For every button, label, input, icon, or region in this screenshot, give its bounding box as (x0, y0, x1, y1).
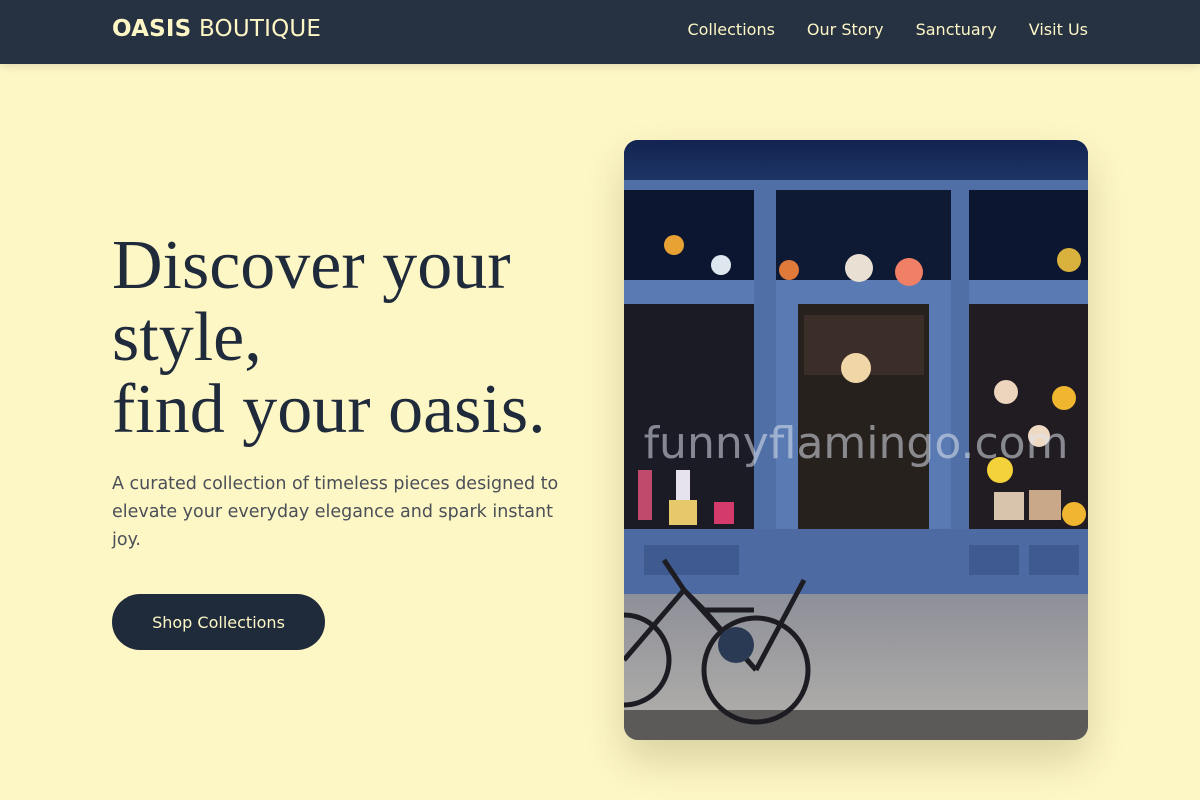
brand-name-bold: OASIS (112, 16, 192, 42)
nav-link-our-story[interactable]: Our Story (807, 20, 884, 39)
hero-subtitle: A curated collection of timeless pieces … (112, 474, 559, 550)
shop-collections-button[interactable]: Shop Collections (112, 594, 325, 650)
brand-logo[interactable]: OASIS BOUTIQUE (112, 16, 321, 42)
hero-title: Discover your style, find your oasis. (112, 230, 592, 446)
main-nav: Collections Our Story Sanctuary Visit Us (687, 20, 1088, 39)
hero-title-line-3: find your oasis. (112, 371, 546, 448)
nav-link-visit-us[interactable]: Visit Us (1029, 20, 1088, 39)
hero-title-line-2: style, (112, 299, 262, 376)
image-watermark: funnyflamingo.com (644, 418, 1069, 469)
nav-link-sanctuary[interactable]: Sanctuary (916, 20, 997, 39)
hero-title-line-1: Discover your (112, 227, 511, 304)
storefront-photo: funnyflamingo.com (624, 140, 1088, 740)
nav-link-collections[interactable]: Collections (687, 20, 774, 39)
brand-name-light: BOUTIQUE (198, 16, 322, 42)
top-navigation-bar: OASIS BOUTIQUE Collections Our Story San… (0, 0, 1200, 64)
